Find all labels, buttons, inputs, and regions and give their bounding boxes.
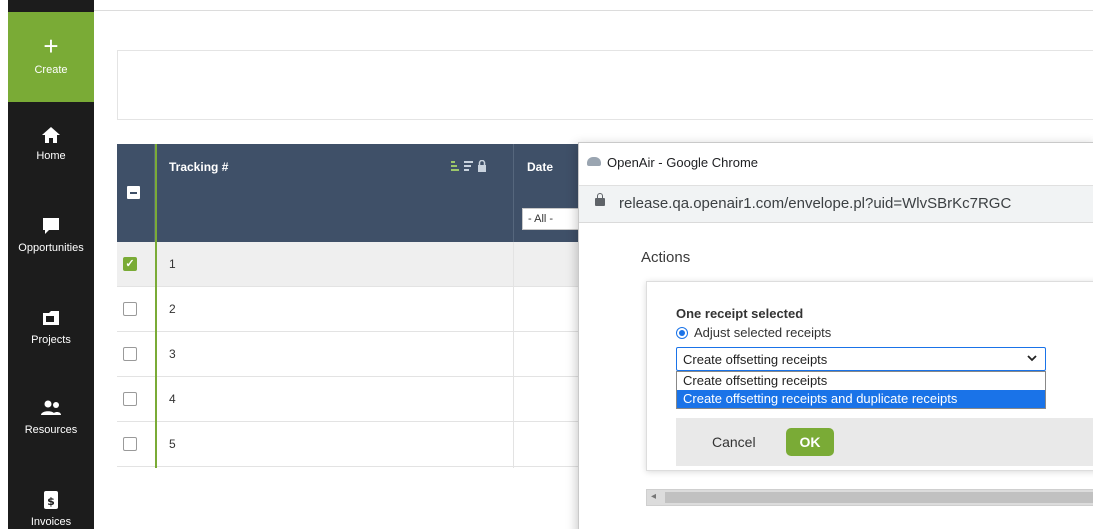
lock-icon (595, 193, 605, 206)
tracking-number: 3 (169, 347, 176, 361)
column-options-icon[interactable] (451, 159, 491, 175)
column-header-tracking[interactable]: Tracking # (169, 160, 228, 174)
sidebar-item-invoices[interactable]: $ Invoices (8, 490, 94, 528)
tracking-number: 2 (169, 302, 176, 316)
svg-text:$: $ (47, 495, 55, 508)
table-row[interactable]: 2 (117, 287, 587, 333)
column-divider (513, 287, 514, 333)
address-bar[interactable]: release.qa.openair1.com/envelope.pl?uid=… (579, 185, 1093, 223)
selection-count: One receipt selected (676, 306, 804, 321)
table-row[interactable]: 4 (117, 377, 587, 423)
sidebar-item-label: Opportunities (18, 242, 84, 254)
filter-panel (117, 50, 1093, 120)
ok-button[interactable]: OK (786, 428, 834, 456)
action-select-dropdown: Create offsetting receipts Create offset… (676, 371, 1046, 409)
sidebar-item-label: Projects (31, 334, 71, 346)
cancel-button[interactable]: Cancel (712, 434, 756, 450)
chat-bubble-icon (43, 218, 59, 234)
cloud-icon (587, 157, 601, 166)
column-divider (513, 377, 514, 423)
date-filter-select[interactable]: - All - (522, 208, 582, 230)
table-body: ✓ 1 2 3 4 5 (117, 242, 587, 468)
select-all-column (117, 144, 155, 242)
frozen-column-divider (155, 242, 157, 288)
frozen-column-divider (155, 287, 157, 333)
sidebar-item-projects[interactable]: Projects (8, 308, 94, 346)
sidebar-item-home[interactable]: Home (8, 126, 94, 162)
frozen-column-divider (155, 377, 157, 423)
column-divider (513, 422, 514, 468)
plus-icon: + (43, 31, 59, 61)
sidebar-item-label: Home (36, 150, 66, 162)
actions-heading: Actions (641, 249, 691, 266)
column-divider (513, 242, 514, 288)
table-row[interactable]: 3 (117, 332, 587, 378)
action-select[interactable]: Create offsetting receipts (676, 347, 1046, 371)
top-divider (94, 10, 1093, 11)
folder-icon (43, 311, 59, 325)
create-button[interactable]: + Create (8, 12, 94, 102)
button-bar: Cancel OK (676, 418, 1093, 466)
frozen-column-divider (155, 332, 157, 378)
column-divider (513, 332, 514, 378)
chevron-down-icon (1027, 351, 1037, 365)
dropdown-option-highlighted[interactable]: Create offsetting receipts and duplicate… (677, 390, 1045, 408)
table-header: Tracking # Date - All - (117, 144, 587, 242)
action-select-value: Create offsetting receipts (683, 352, 828, 367)
popup-content: Actions One receipt selected Adjust sele… (579, 223, 1093, 529)
tracking-number: 1 (169, 257, 176, 271)
sidebar-item-opportunities[interactable]: Opportunities (8, 216, 94, 254)
row-checkbox[interactable] (123, 347, 137, 361)
people-icon (41, 400, 61, 415)
sidebar: + Create Home Opportunities Projects Res… (8, 0, 94, 529)
sidebar-item-label: Resources (24, 424, 78, 436)
create-label: Create (34, 64, 68, 76)
sort-filter-lock-icon (451, 159, 486, 172)
row-checkbox[interactable] (123, 302, 137, 316)
app-root: + Create Home Opportunities Projects Res… (0, 0, 1093, 529)
row-checkbox[interactable] (123, 392, 137, 406)
dollar-doc-icon: $ (44, 491, 58, 509)
table-row[interactable]: 5 (117, 422, 587, 468)
sidebar-item-label: Invoices (30, 516, 72, 528)
window-title: OpenAir - Google Chrome (607, 155, 759, 170)
scrollbar-thumb[interactable] (665, 492, 1093, 503)
home-icon (42, 127, 60, 143)
scroll-left-arrow[interactable]: ◂ (651, 491, 656, 502)
adjust-receipts-label[interactable]: Adjust selected receipts (694, 325, 831, 340)
select-all-checkbox[interactable] (127, 186, 140, 199)
column-header-date[interactable]: Date (527, 160, 553, 174)
tracking-number: 4 (169, 392, 176, 406)
frozen-column-divider (155, 144, 157, 242)
horizontal-scrollbar[interactable]: ◂ (646, 489, 1093, 506)
url-text[interactable]: release.qa.openair1.com/envelope.pl?uid=… (619, 195, 1011, 212)
column-divider (513, 144, 514, 242)
actions-panel: One receipt selected Adjust selected rec… (646, 281, 1093, 471)
table-row[interactable]: ✓ 1 (117, 242, 587, 288)
dropdown-option[interactable]: Create offsetting receipts (677, 372, 1045, 390)
window-titlebar[interactable]: OpenAir - Google Chrome (579, 143, 1093, 185)
tracking-number: 5 (169, 437, 176, 451)
sidebar-item-resources[interactable]: Resources (8, 398, 94, 436)
row-checkbox[interactable] (123, 437, 137, 451)
frozen-column-divider (155, 422, 157, 468)
row-checkbox[interactable]: ✓ (123, 257, 137, 271)
popup-window: OpenAir - Google Chrome release.qa.opena… (578, 142, 1093, 529)
adjust-receipts-radio[interactable] (676, 327, 688, 339)
